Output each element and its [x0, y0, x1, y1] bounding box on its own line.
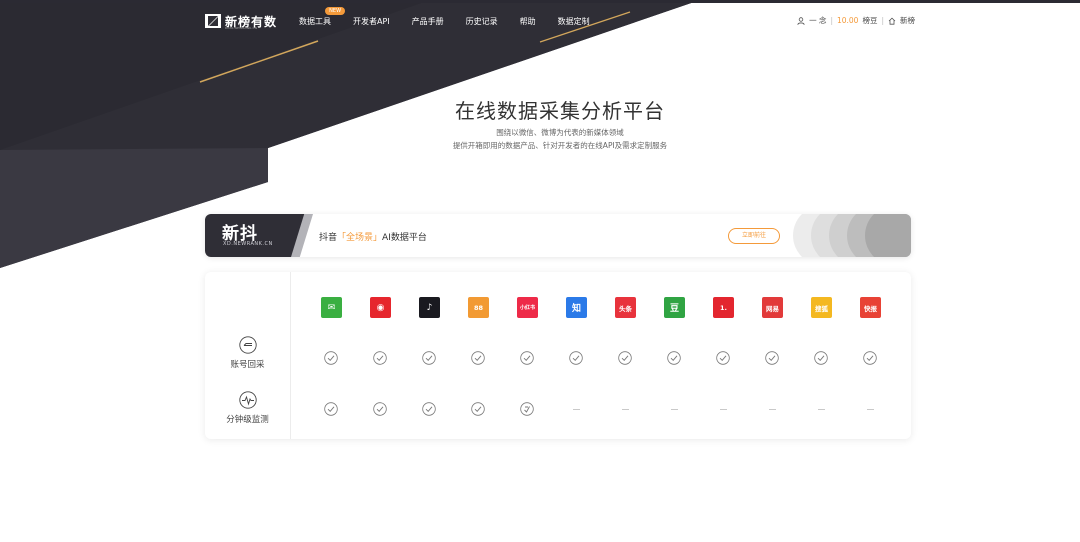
new-badge: NEW: [325, 6, 346, 15]
kuaibao-icon: 快报: [860, 297, 881, 318]
zhihu-icon: 知: [566, 297, 587, 318]
check-icon: [863, 351, 877, 365]
user-icon: [797, 16, 805, 25]
go-now-button[interactable]: 立即前往: [728, 228, 780, 244]
row-label-text: 分钟级监测: [226, 415, 269, 425]
main-nav: 数据工具 NEW 开发者API 产品手册 历史记录 帮助 数据定制: [299, 6, 601, 27]
check-icon: [520, 351, 534, 365]
row-label-minute-monitor: 分钟级监测: [205, 391, 290, 425]
logo-subtext: DATA.NEWRANK.CN: [225, 26, 258, 30]
check-icon: [471, 351, 485, 365]
wangyi-icon: 网易: [762, 297, 783, 318]
logo[interactable]: 新榜有数 DATA.NEWRANK.CN: [205, 13, 277, 30]
minute-monitor-icon: [238, 391, 257, 409]
banner-text-after: AI数据平台: [382, 233, 427, 243]
row-label-account-refetch: 账号回采: [205, 336, 290, 370]
nav-label: 数据工具: [299, 16, 332, 26]
promo-banner[interactable]: 新抖 XD.NEWRANK.CN 抖音「全场景」AI数据平台 立即前往: [205, 214, 911, 257]
douyin-icon: ♪: [419, 297, 440, 318]
check-alt-icon: [520, 402, 534, 416]
nav-developer-api[interactable]: 开发者API: [342, 16, 401, 27]
divider: |: [881, 16, 884, 25]
unsupported-dash: [769, 409, 776, 410]
check-icon: [569, 351, 583, 365]
douban-icon: 豆: [664, 297, 685, 318]
kuaishou-icon: 88: [468, 297, 489, 318]
check-icon: [422, 351, 436, 365]
unsupported-dash: [720, 409, 727, 410]
coin-label: 榜豆: [862, 16, 878, 25]
hero-background: [0, 0, 700, 268]
check-icon: [422, 402, 436, 416]
user-area: 一 念 | 10.00 榜豆 | 新榜: [797, 15, 915, 26]
check-icon: [324, 402, 338, 416]
weibo-icon: ◉: [370, 297, 391, 318]
coin-balance[interactable]: 10.00: [837, 16, 858, 25]
page-subtitle-line2: 提供开箱即用的数据产品、针对开发者的在线API及需求定制服务: [452, 141, 668, 150]
top-bar: [0, 0, 1080, 3]
nav-label: 帮助: [519, 16, 536, 26]
unsupported-dash: [622, 409, 629, 410]
nav-data-tools[interactable]: 数据工具 NEW: [299, 6, 346, 27]
user-name[interactable]: 一 念: [809, 15, 826, 26]
check-icon: [618, 351, 632, 365]
banner-decoration: [793, 214, 911, 257]
logo-icon: [205, 14, 221, 28]
account-refetch-icon: [238, 336, 257, 354]
nav-label: 开发者API: [353, 16, 390, 26]
banner-domain: XD.NEWRANK.CN: [223, 241, 273, 247]
xiaohongshu-icon: 小红书: [517, 297, 538, 318]
nav-help[interactable]: 帮助: [509, 16, 547, 27]
nav-product-manual[interactable]: 产品手册: [401, 16, 455, 27]
check-icon: [716, 351, 730, 365]
nav-label: 数据定制: [557, 16, 590, 26]
banner-text: 抖音「全场景」AI数据平台: [319, 230, 427, 243]
capability-table: 账号回采 分钟级监测 ✉ ◉ ♪ 88 小红书 知 头条 豆 1. 网易 搜狐 快报: [205, 272, 911, 439]
unsupported-dash: [671, 409, 678, 410]
check-icon: [814, 351, 828, 365]
header: 新榜有数 DATA.NEWRANK.CN 数据工具 NEW 开发者API 产品手…: [205, 6, 915, 34]
page-title: 在线数据采集分析平台: [455, 99, 665, 123]
nav-label: 历史记录: [465, 16, 498, 26]
check-icon: [765, 351, 779, 365]
check-icon: [373, 351, 387, 365]
yidian-icon: 1.: [713, 297, 734, 318]
nav-history[interactable]: 历史记录: [455, 16, 509, 27]
check-icon: [667, 351, 681, 365]
home-icon: [888, 17, 896, 25]
check-icon: [471, 402, 485, 416]
banner-text-highlight: 「全场景」: [337, 233, 383, 243]
column-divider: [290, 272, 291, 439]
divider: |: [830, 16, 833, 25]
row-label-text: 账号回采: [230, 360, 265, 370]
toutiao-icon: 头条: [615, 297, 636, 318]
nav-data-custom[interactable]: 数据定制: [547, 16, 601, 27]
unsupported-dash: [573, 409, 580, 410]
page-subtitle-line1: 围绕以微信、微博为代表的新媒体领域: [496, 128, 624, 137]
wechat-icon: ✉: [321, 297, 342, 318]
banner-text-before: 抖音: [319, 233, 338, 243]
check-icon: [373, 402, 387, 416]
home-link[interactable]: 新榜: [900, 15, 915, 26]
sohu-icon: 搜狐: [811, 297, 832, 318]
unsupported-dash: [818, 409, 825, 410]
unsupported-dash: [867, 409, 874, 410]
nav-label: 产品手册: [411, 16, 444, 26]
check-icon: [324, 351, 338, 365]
